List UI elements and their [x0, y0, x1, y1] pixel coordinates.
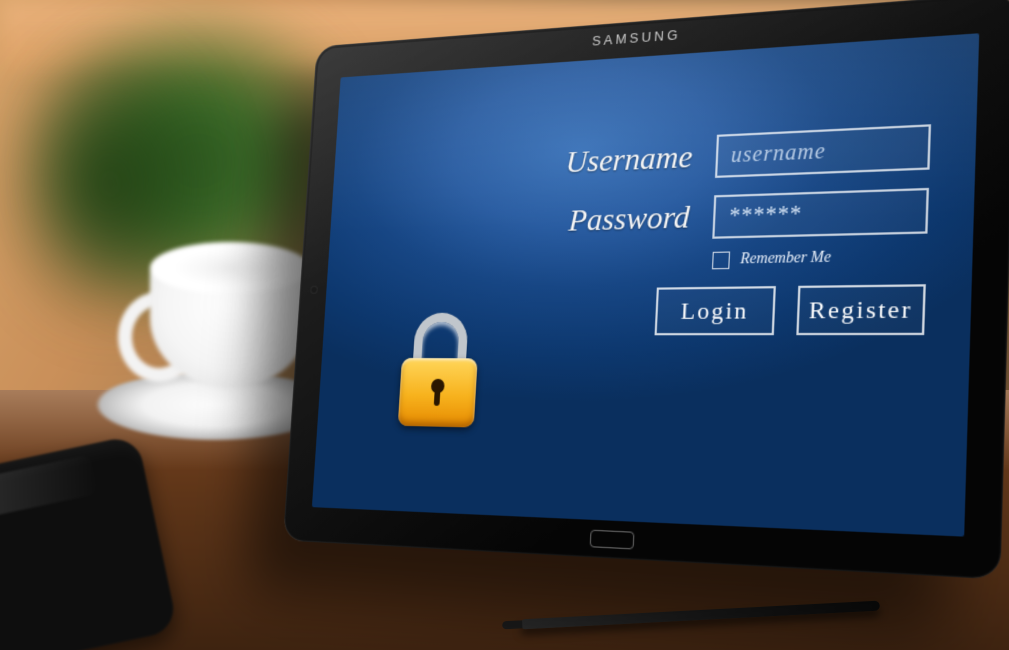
password-input[interactable]	[712, 188, 929, 239]
screen-glare	[330, 33, 979, 234]
login-button[interactable]: Login	[655, 286, 776, 335]
tablet-screen: Username Password Remember Me Lo	[312, 33, 979, 536]
password-label: Password	[568, 199, 691, 239]
register-button[interactable]: Register	[796, 284, 926, 335]
remember-label: Remember Me	[740, 249, 831, 269]
lock-icon	[398, 313, 481, 428]
remember-checkbox[interactable]	[712, 251, 730, 269]
front-camera	[310, 286, 318, 294]
password-row: Password	[329, 177, 975, 256]
tablet-bezel: SAMSUNG Username Password	[283, 0, 1009, 580]
button-row: Login Register	[323, 277, 972, 336]
login-form: Username Password Remember Me Lo	[312, 113, 977, 537]
remember-row: Remember Me	[327, 242, 973, 286]
username-row: Username	[332, 113, 976, 201]
tablet: SAMSUNG Username Password	[300, 40, 1009, 650]
home-button[interactable]	[590, 530, 635, 550]
username-label: Username	[565, 139, 694, 181]
scene: SAMSUNG Username Password	[0, 0, 1009, 650]
username-input[interactable]	[715, 124, 931, 178]
